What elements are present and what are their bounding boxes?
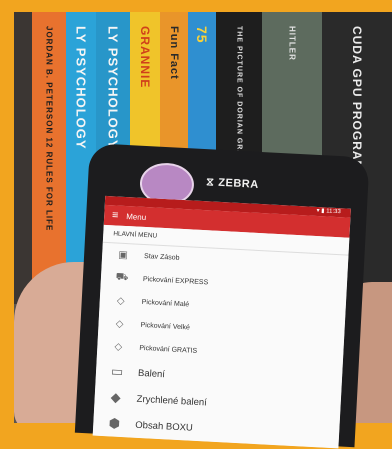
menu-item-label: Obsah BOXU: [135, 419, 194, 434]
menu-item-label: Balení: [137, 367, 166, 380]
truck-icon: ⛟: [115, 271, 129, 284]
menu-item-label: Pickování EXPRESS: [142, 275, 209, 287]
menu-item-label: Stav Zásob: [143, 252, 180, 262]
screen: ▾ ▮ 11:33 ≡ Menu HLAVNÍ MENU ▣ Stav Záso…: [92, 195, 351, 449]
phone: ⧖ ZEBRA ▾ ▮ 11:33 ≡ Menu HLAVNÍ MENU ▣ St…: [74, 143, 370, 449]
diamond-icon: ◇: [116, 295, 125, 308]
box-outline-icon: ▣: [118, 249, 129, 262]
diamond-icon: ◇: [114, 341, 123, 353]
menu-item-label: Pickování Malé: [141, 298, 190, 309]
menu-item-label: Pickování Velké: [140, 321, 191, 332]
package-outline-icon: ▭: [110, 363, 124, 380]
app-title: Menu: [125, 211, 147, 222]
navigation-drawer: HLAVNÍ MENU ▣ Stav Zásob ⛟ Pickování EXP…: [92, 224, 350, 449]
bag-icon: ◆: [110, 389, 122, 405]
diamond-icon: ◇: [115, 318, 124, 330]
zebra-logo-icon: ⧖: [205, 176, 215, 189]
status-time: 11:33: [326, 208, 341, 216]
menu-item-label: Pickování GRATIS: [139, 344, 198, 355]
menu-item-label: Zrychlené balení: [136, 393, 208, 408]
hamburger-menu-icon[interactable]: ≡: [104, 209, 127, 222]
brand-label: ⧖ ZEBRA: [205, 176, 259, 191]
